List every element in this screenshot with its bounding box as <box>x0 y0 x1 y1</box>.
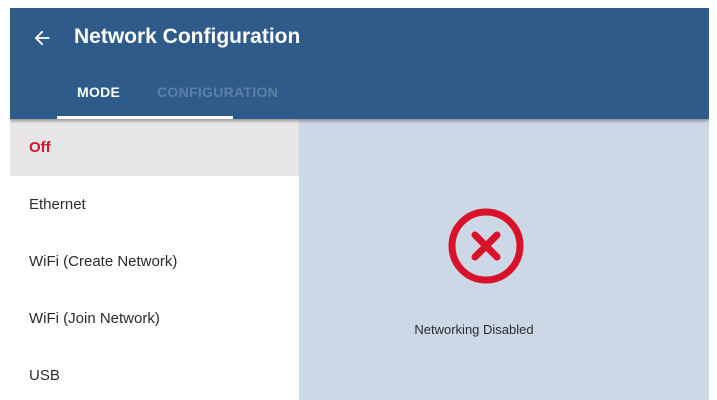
mode-item-wifi-join[interactable]: WiFi (Join Network) <box>10 290 299 347</box>
mode-item-usb[interactable]: USB <box>10 347 299 400</box>
mode-item-off[interactable]: Off <box>10 119 299 176</box>
tab-mode-label: MODE <box>77 84 121 100</box>
mode-list: Off Ethernet WiFi (Create Network) WiFi … <box>10 119 299 400</box>
app-bar: Network Configuration MODE CONFIGURATION <box>10 8 709 119</box>
page-title: Network Configuration <box>74 25 301 48</box>
tab-configuration[interactable]: CONFIGURATION <box>157 74 278 119</box>
status-panel: Networking Disabled <box>299 119 709 400</box>
tab-configuration-label: CONFIGURATION <box>157 84 279 100</box>
mode-item-ethernet[interactable]: Ethernet <box>10 176 299 233</box>
arrow-left-icon <box>34 30 50 46</box>
mode-item-wifi-create[interactable]: WiFi (Create Network) <box>10 233 299 290</box>
back-button[interactable] <box>24 20 60 56</box>
error-x-circle-icon <box>448 208 524 284</box>
network-configuration-window: Network Configuration MODE CONFIGURATION… <box>10 8 709 400</box>
status-message: Networking Disabled <box>414 322 534 337</box>
